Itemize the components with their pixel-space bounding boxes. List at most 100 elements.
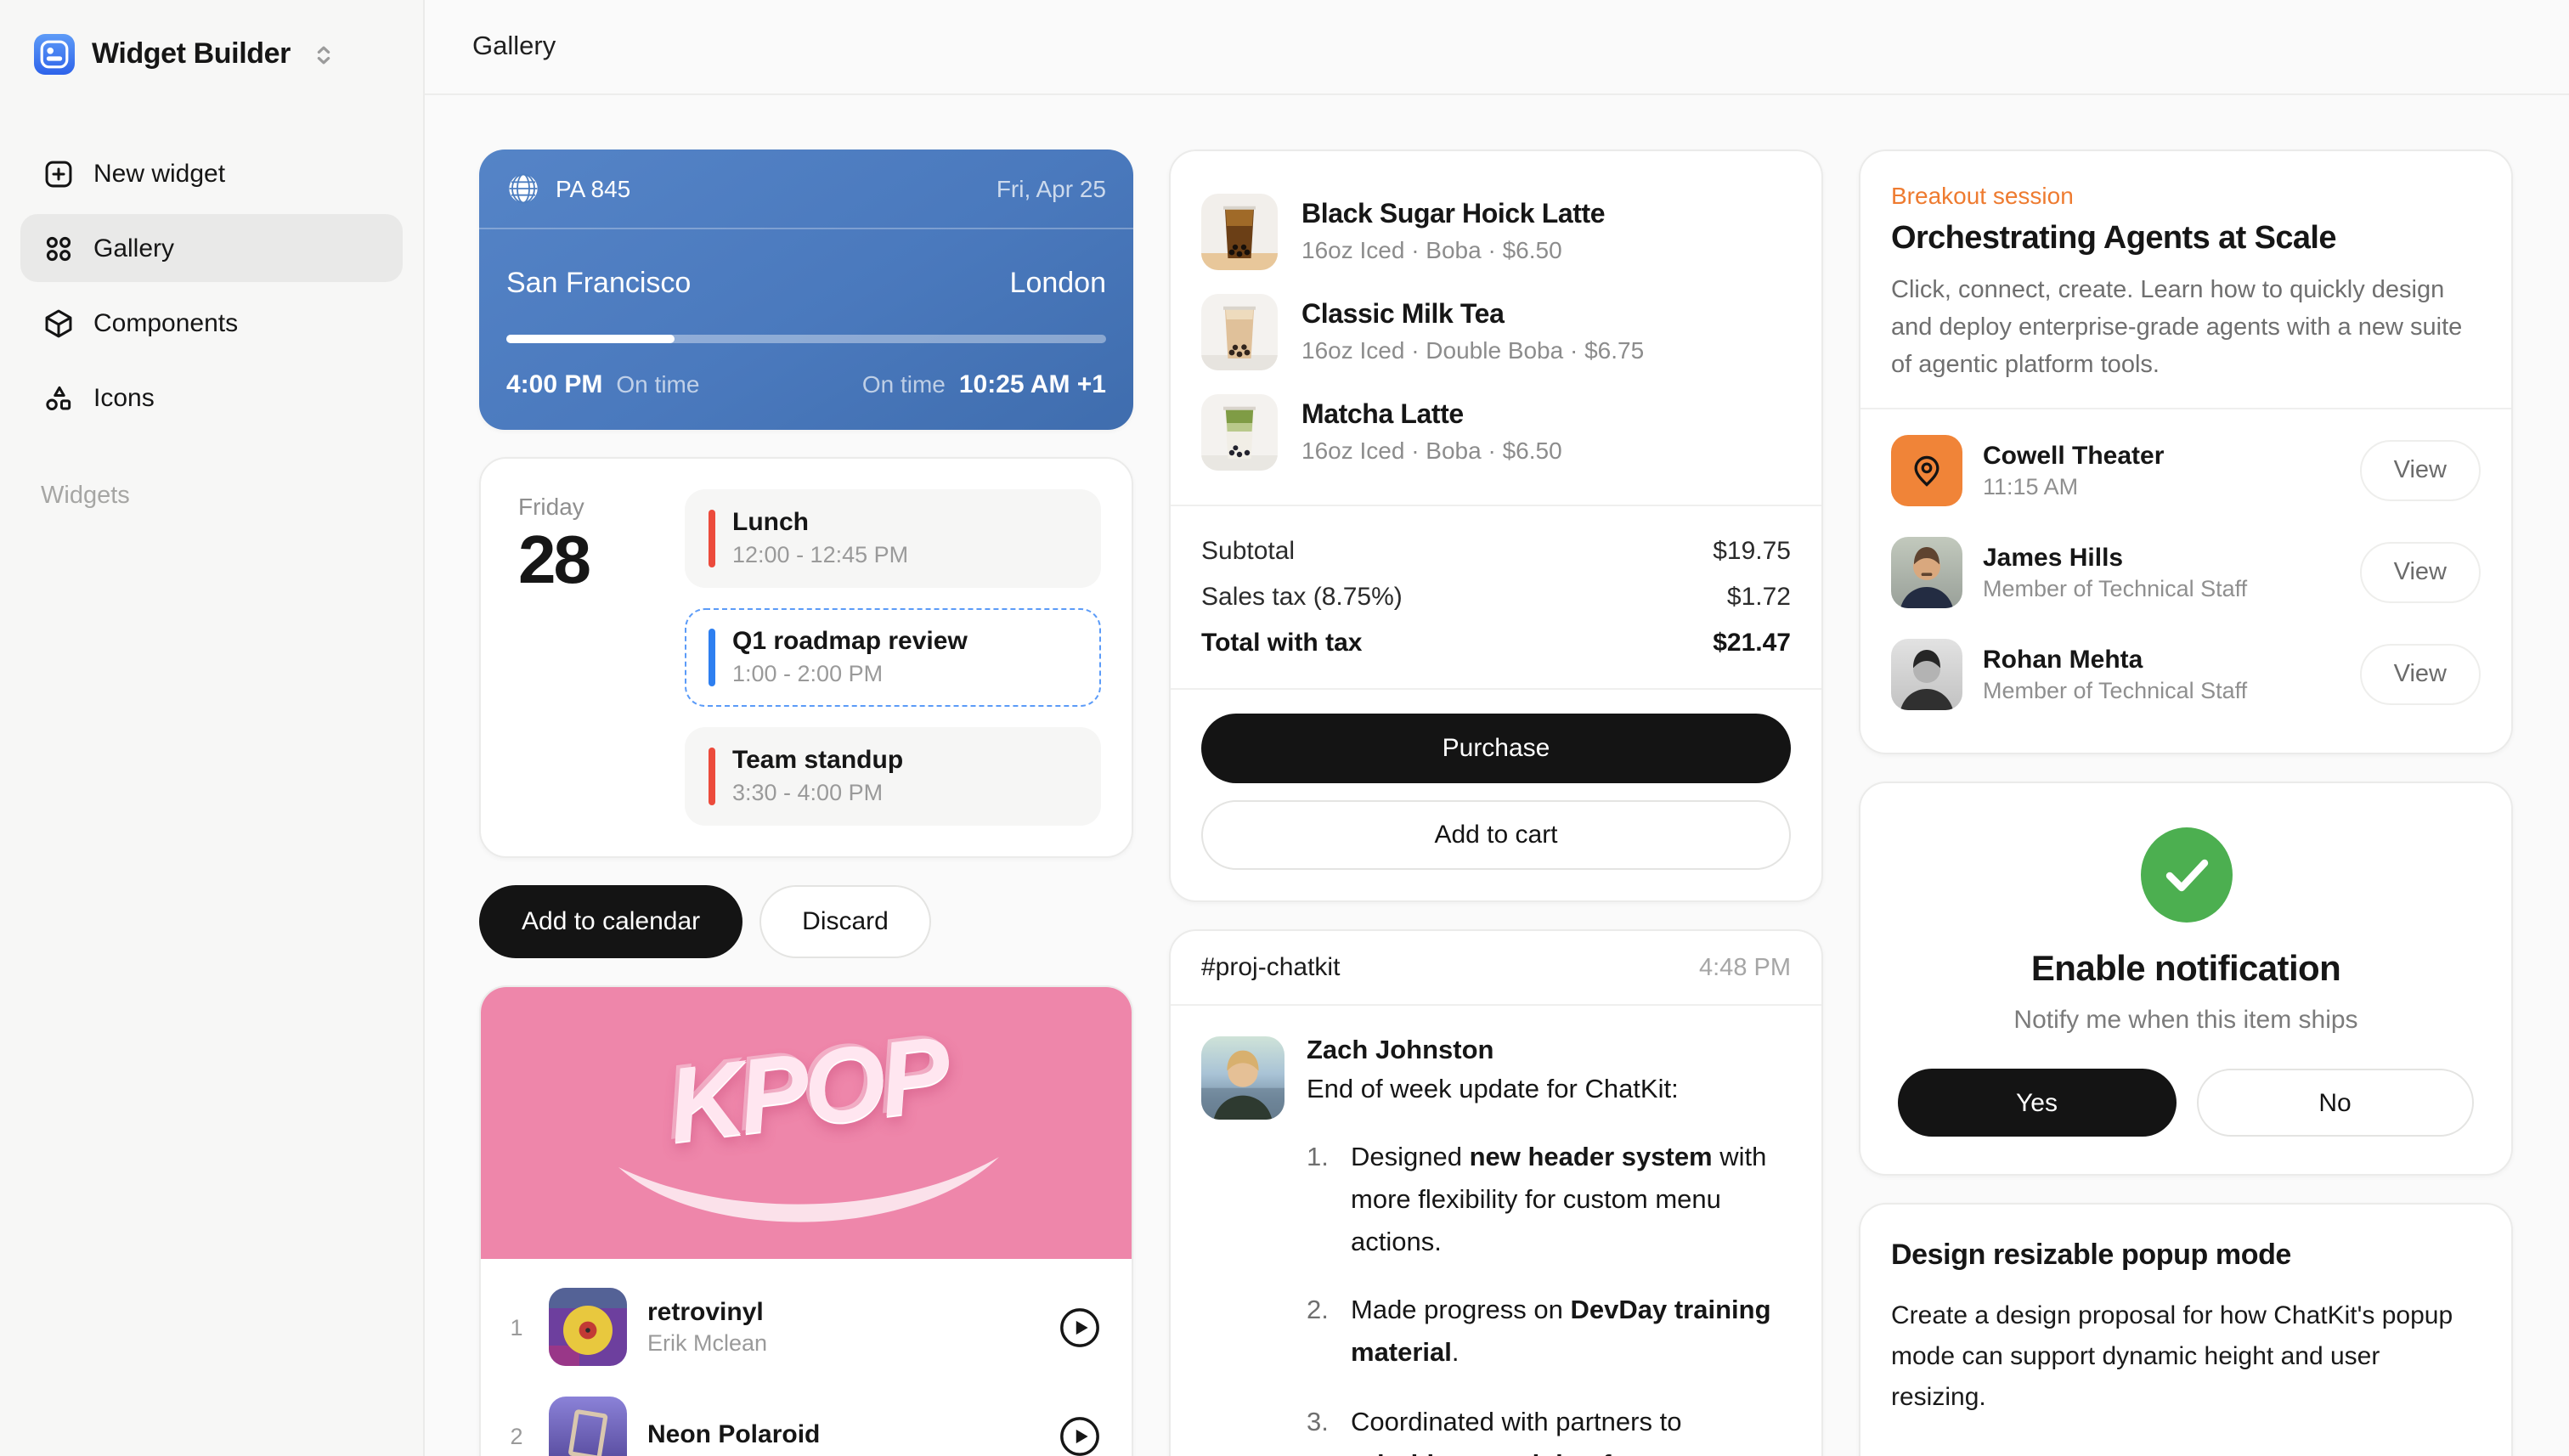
- add-to-calendar-button[interactable]: Add to calendar: [479, 885, 742, 958]
- sales-tax-row: Sales tax (8.75%) $1.72: [1201, 574, 1791, 620]
- event-title: Lunch: [732, 508, 1076, 537]
- view-button[interactable]: View: [2360, 441, 2481, 502]
- success-check-icon: [2140, 828, 2232, 923]
- task-widget: Design resizable popup mode Create a des…: [1859, 1204, 2513, 1456]
- plus-square-icon: [41, 157, 75, 189]
- sidebar-item-new-widget[interactable]: New widget: [20, 139, 403, 207]
- view-button[interactable]: View: [2360, 645, 2481, 706]
- divider: [1860, 409, 2511, 410]
- location-tile: [1891, 436, 1962, 507]
- sidebar-item-label: Icons: [93, 383, 155, 412]
- subtotal-label: Subtotal: [1201, 537, 1295, 566]
- calendar-event[interactable]: Team standup 3:30 - 4:00 PM: [685, 727, 1101, 826]
- view-button[interactable]: View: [2360, 543, 2481, 604]
- flight-widget: PA 845 Fri, Apr 25 San Francisco London …: [479, 150, 1133, 430]
- speaker-role: Member of Technical Staff: [1983, 679, 2247, 704]
- calendar-event-list: Lunch 12:00 - 12:45 PM Q1 roadmap review…: [685, 489, 1101, 826]
- author-avatar: [1201, 1036, 1284, 1120]
- order-item-subtitle: 16oz Iced · Boba · $6.50: [1301, 437, 1562, 464]
- app-logo-icon: [34, 34, 75, 75]
- sidebar: Widget Builder New widget: [0, 0, 425, 1456]
- drink-photo: [1201, 194, 1278, 270]
- total-label: Total with tax: [1201, 629, 1362, 657]
- calendar-date: Friday 28: [511, 489, 661, 826]
- chat-header: #proj-chatkit 4:48 PM: [1171, 931, 1821, 1006]
- cube-icon: [41, 307, 75, 339]
- play-button[interactable]: [1059, 1306, 1101, 1348]
- sidebar-item-label: New widget: [93, 159, 225, 188]
- grid-dots-icon: [41, 232, 75, 264]
- track-row: 1: [505, 1273, 1101, 1381]
- page-header: Gallery: [425, 0, 2569, 95]
- flight-number: PA 845: [556, 175, 630, 202]
- map-pin-icon: [1908, 453, 1945, 490]
- task-title: Design resizable popup mode: [1891, 1239, 2481, 1273]
- gallery-column-2: Black Sugar Hoick Latte 16oz Iced · Boba…: [1169, 150, 1823, 1456]
- location-name: Cowell Theater: [1983, 443, 2164, 471]
- session-location-row: Cowell Theater 11:15 AM View: [1891, 420, 2481, 522]
- playlist-cover-art: KPOP: [481, 987, 1132, 1259]
- calendar-event-selected[interactable]: Q1 roadmap review 1:00 - 2:00 PM: [685, 608, 1101, 707]
- list-item: 2. Made progress on DevDay training mate…: [1307, 1290, 1791, 1375]
- sidebar-item-gallery[interactable]: Gallery: [20, 214, 403, 282]
- drink-photo: [1201, 394, 1278, 471]
- calendar-event[interactable]: Lunch 12:00 - 12:45 PM: [685, 489, 1101, 588]
- speaker-role: Member of Technical Staff: [1983, 577, 2247, 602]
- session-title: Orchestrating Agents at Scale: [1891, 221, 2481, 258]
- flight-header: PA 845 Fri, Apr 25: [479, 150, 1133, 229]
- play-button[interactable]: [1059, 1414, 1101, 1456]
- message-list: 1. Designed new header system with more …: [1307, 1137, 1791, 1456]
- sidebar-item-label: Gallery: [93, 234, 174, 262]
- event-color-bar: [709, 748, 715, 805]
- sidebar-section-label: Widgets: [20, 483, 403, 510]
- speaker-avatar: [1891, 538, 1962, 609]
- gallery-column-1: PA 845 Fri, Apr 25 San Francisco London …: [479, 150, 1133, 1456]
- track-title: retrovinyl: [647, 1298, 1038, 1327]
- add-to-cart-button[interactable]: Add to cart: [1201, 800, 1791, 870]
- flight-date: Fri, Apr 25: [997, 175, 1106, 202]
- sidebar-item-icons[interactable]: Icons: [20, 364, 403, 432]
- chat-widget: #proj-chatkit 4:48 PM: [1169, 929, 1823, 1456]
- list-number: 2.: [1307, 1290, 1351, 1375]
- track-title: Neon Polaroid: [647, 1419, 1038, 1448]
- purchase-button[interactable]: Purchase: [1201, 714, 1791, 783]
- yes-button[interactable]: Yes: [1898, 1069, 2176, 1137]
- cover-title-art: KPOP: [661, 1013, 951, 1167]
- no-button[interactable]: No: [2196, 1069, 2474, 1137]
- event-color-bar: [709, 629, 715, 686]
- speaker-name: Rohan Mehta: [1983, 646, 2247, 675]
- divider: [1171, 688, 1821, 690]
- check-circle: [2140, 828, 2232, 923]
- flight-progress-track: [506, 335, 1106, 343]
- message-intro: End of week update for ChatKit:: [1307, 1075, 1791, 1106]
- sidebar-nav: New widget Gallery Compo: [20, 139, 403, 432]
- event-title: Q1 roadmap review: [732, 627, 1076, 656]
- sales-tax-label: Sales tax (8.75%): [1201, 583, 1403, 612]
- drink-photo: [1201, 294, 1278, 370]
- sidebar-item-components[interactable]: Components: [20, 289, 403, 357]
- order-item-title: Matcha Latte: [1301, 401, 1562, 432]
- track-index: 1: [505, 1314, 528, 1340]
- sales-tax-value: $1.72: [1727, 583, 1791, 612]
- track-row: 2 Neon P: [505, 1381, 1101, 1456]
- track-artist: Erik Mclean: [647, 1330, 1038, 1356]
- author-name: Zach Johnston: [1307, 1036, 1791, 1067]
- app-switcher[interactable]: Widget Builder: [20, 27, 403, 82]
- track-index: 2: [505, 1423, 528, 1448]
- gallery-grid: PA 845 Fri, Apr 25 San Francisco London …: [425, 95, 2569, 1456]
- divider: [1171, 505, 1821, 506]
- chat-message: Zach Johnston End of week update for Cha…: [1171, 1006, 1821, 1456]
- flight-destination: London: [1010, 267, 1106, 301]
- flight-arrival-time: 10:25 AM +1: [959, 370, 1106, 399]
- flight-departure-status: On time: [616, 370, 699, 398]
- notification-subtitle: Notify me when this item ships: [2013, 1007, 2357, 1036]
- list-item: 3. Coordinated with partners to prioriti…: [1307, 1401, 1791, 1456]
- order-widget: Black Sugar Hoick Latte 16oz Iced · Boba…: [1169, 150, 1823, 902]
- calendar-day-number: 28: [518, 523, 661, 600]
- subtotal-row: Subtotal $19.75: [1201, 528, 1791, 574]
- task-body: Create a design proposal for how ChatKit…: [1891, 1297, 2481, 1419]
- flight-departure-time: 4:00 PM: [506, 370, 602, 399]
- session-description: Click, connect, create. Learn how to qui…: [1891, 274, 2481, 385]
- discard-button[interactable]: Discard: [759, 885, 931, 958]
- airline-globe-icon: [506, 172, 540, 206]
